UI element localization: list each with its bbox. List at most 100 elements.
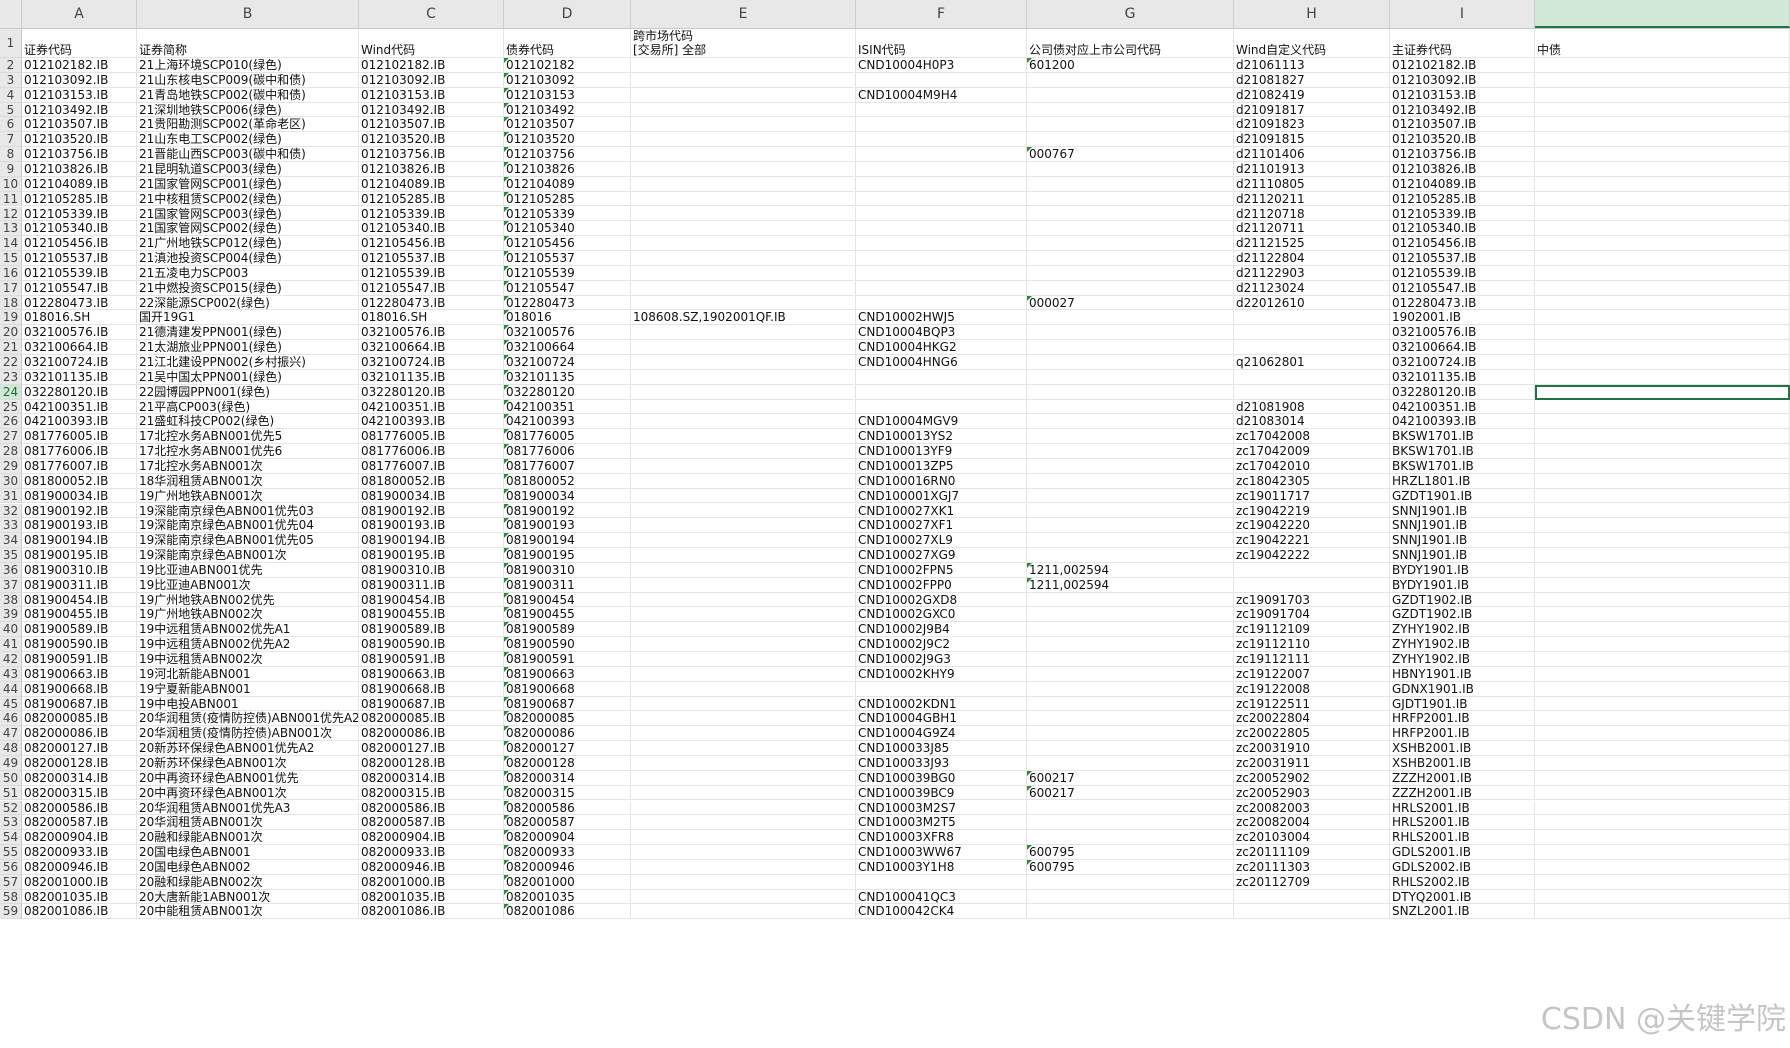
row-header[interactable]: 23 [0, 369, 22, 385]
table-cell[interactable] [1535, 755, 1790, 771]
row-header[interactable]: 37 [0, 577, 22, 593]
table-cell[interactable] [1027, 503, 1234, 519]
table-cell[interactable]: 012104089.IB [22, 176, 137, 192]
table-cell[interactable]: 082000946.IB [359, 859, 504, 875]
table-cell[interactable]: 081900311 [504, 577, 631, 593]
table-cell[interactable]: 081776005.IB [22, 429, 137, 445]
table-cell[interactable]: d21123024 [1234, 280, 1390, 296]
table-cell[interactable] [1535, 369, 1790, 385]
table-cell[interactable]: 012105537.IB [359, 251, 504, 266]
table-cell[interactable]: 042100393.IB [359, 414, 504, 430]
table-cell[interactable]: CND100027XL9 [856, 533, 1027, 549]
table-cell[interactable]: CND10003WW67 [856, 845, 1027, 860]
table-cell[interactable] [856, 369, 1027, 385]
table-cell[interactable] [1027, 726, 1234, 742]
table-cell[interactable] [1027, 191, 1234, 207]
table-cell[interactable]: ZZZH2001.IB [1390, 785, 1535, 801]
header-cell[interactable]: 证券简称 [137, 29, 359, 58]
row-header[interactable]: 31 [0, 488, 22, 504]
table-cell[interactable] [1027, 102, 1234, 118]
table-cell[interactable]: ZZZH2001.IB [1390, 770, 1535, 786]
table-cell[interactable]: 081900590.IB [359, 637, 504, 652]
table-cell[interactable] [1535, 592, 1790, 608]
table-cell[interactable] [631, 889, 856, 905]
table-cell[interactable] [631, 622, 856, 638]
table-cell[interactable]: CND10002FPP0 [856, 577, 1027, 593]
column-header-i[interactable]: I [1390, 0, 1535, 28]
table-cell[interactable]: 032280120.IB [1390, 384, 1535, 400]
table-cell[interactable] [1535, 637, 1790, 652]
table-cell[interactable]: d21091817 [1234, 102, 1390, 118]
table-cell[interactable] [1027, 652, 1234, 667]
table-cell[interactable]: CND10002FPN5 [856, 562, 1027, 578]
row-header[interactable]: 14 [0, 236, 22, 252]
table-cell[interactable]: 012103826 [504, 161, 631, 177]
table-cell[interactable] [1027, 161, 1234, 177]
table-cell[interactable]: 22园博园PPN001(绿色) [137, 384, 359, 400]
table-cell[interactable]: 082000128 [504, 755, 631, 771]
row-header[interactable]: 53 [0, 815, 22, 831]
row-header[interactable]: 45 [0, 696, 22, 712]
table-cell[interactable]: 082000587.IB [22, 815, 137, 831]
table-cell[interactable] [631, 770, 856, 786]
table-cell[interactable]: 042100393 [504, 414, 631, 430]
table-cell[interactable] [631, 533, 856, 549]
table-cell[interactable]: 012105456.IB [22, 236, 137, 252]
table-cell[interactable]: 081900192.IB [359, 503, 504, 519]
table-cell[interactable]: ZYHY1902.IB [1390, 622, 1535, 638]
table-cell[interactable]: 082000314 [504, 770, 631, 786]
row-header[interactable]: 59 [0, 904, 22, 920]
table-cell[interactable]: CND100033J93 [856, 755, 1027, 771]
table-cell[interactable]: GDLS2001.IB [1390, 845, 1535, 860]
table-cell[interactable]: 国开19G1 [137, 310, 359, 326]
table-cell[interactable]: zc20112709 [1234, 874, 1390, 890]
row-header[interactable]: 40 [0, 622, 22, 638]
row-header[interactable]: 38 [0, 592, 22, 608]
table-cell[interactable]: 012105339.IB [1390, 206, 1535, 222]
row-header[interactable]: 46 [0, 711, 22, 727]
table-cell[interactable]: 081800052.IB [22, 473, 137, 489]
table-cell[interactable]: 012103092.IB [22, 72, 137, 88]
table-cell[interactable]: 012103092.IB [1390, 72, 1535, 88]
table-cell[interactable]: q21062801 [1234, 355, 1390, 370]
table-cell[interactable]: 012103492.IB [1390, 102, 1535, 118]
table-cell[interactable]: 032101135.IB [359, 369, 504, 385]
table-cell[interactable]: 018016.SH [22, 310, 137, 326]
table-cell[interactable]: 082000933.IB [359, 845, 504, 860]
column-header-c[interactable]: C [359, 0, 504, 28]
table-cell[interactable]: 082001000.IB [22, 874, 137, 890]
table-cell[interactable]: 042100393.IB [22, 414, 137, 430]
table-cell[interactable]: 19深能南京绿色ABN001次 [137, 548, 359, 563]
table-cell[interactable]: CND10004H0P3 [856, 58, 1027, 73]
table-cell[interactable]: 042100351.IB [1390, 399, 1535, 415]
table-cell[interactable]: 081900590.IB [22, 637, 137, 652]
table-cell[interactable]: RHLS2002.IB [1390, 874, 1535, 890]
table-cell[interactable]: 081900668 [504, 681, 631, 697]
table-cell[interactable]: zc20111303 [1234, 859, 1390, 875]
table-cell[interactable] [1535, 815, 1790, 831]
table-cell[interactable]: 17北控水务ABN001次 [137, 458, 359, 474]
table-cell[interactable]: 081900687 [504, 696, 631, 712]
table-cell[interactable] [631, 845, 856, 860]
row-header[interactable]: 9 [0, 161, 22, 177]
table-cell[interactable] [1027, 666, 1234, 682]
table-cell[interactable]: 22深能源SCP002(绿色) [137, 295, 359, 311]
table-cell[interactable]: 032280120 [504, 384, 631, 400]
table-cell[interactable]: 012104089.IB [359, 176, 504, 192]
table-cell[interactable] [1027, 414, 1234, 430]
table-cell[interactable]: CND10004G9Z4 [856, 726, 1027, 742]
table-cell[interactable]: 20融和绿能ABN002次 [137, 874, 359, 890]
table-cell[interactable]: 012105339.IB [359, 206, 504, 222]
table-cell[interactable]: 081900194 [504, 533, 631, 549]
table-cell[interactable]: 081900311.IB [22, 577, 137, 593]
table-cell[interactable] [856, 102, 1027, 118]
table-cell[interactable]: 081900193.IB [359, 518, 504, 534]
table-cell[interactable] [1027, 800, 1234, 816]
table-cell[interactable] [631, 176, 856, 192]
table-cell[interactable] [856, 161, 1027, 177]
table-cell[interactable] [1535, 206, 1790, 222]
table-cell[interactable]: d21061113 [1234, 58, 1390, 73]
table-cell[interactable]: d21081908 [1234, 399, 1390, 415]
table-cell[interactable]: 082001086 [504, 904, 631, 920]
table-cell[interactable] [1027, 87, 1234, 103]
